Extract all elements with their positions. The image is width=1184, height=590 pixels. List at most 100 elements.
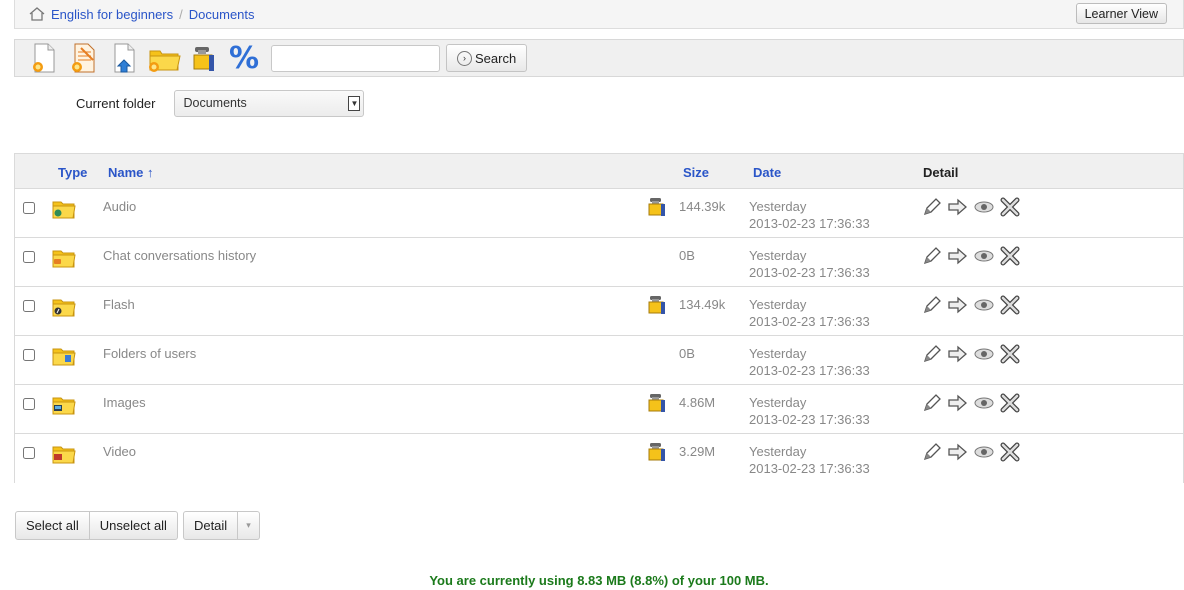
home-icon[interactable] [29, 7, 45, 21]
folder-images-icon[interactable] [52, 394, 76, 416]
documents-toolbar: % › Search [14, 39, 1184, 77]
edit-pencil-icon[interactable] [921, 392, 943, 414]
new-drawing-icon[interactable] [67, 41, 101, 75]
quota-message: You are currently using 8.83 MB (8.8%) o… [429, 573, 769, 588]
breadcrumb-course-link[interactable]: English for beginners [51, 7, 173, 22]
delete-cross-icon[interactable] [999, 196, 1021, 218]
select-all-button[interactable]: Select all [15, 511, 90, 540]
row-date-relative: Yesterday [749, 444, 807, 459]
move-arrow-icon[interactable] [947, 294, 969, 316]
shared-folder-icon [646, 196, 668, 218]
visibility-eye-icon[interactable] [973, 343, 995, 365]
documents-table: Type Name ↑ Size Date Detail Audio 144.3… [14, 153, 1184, 483]
new-document-icon[interactable] [27, 41, 61, 75]
edit-pencil-icon[interactable] [921, 294, 943, 316]
edit-pencil-icon[interactable] [921, 343, 943, 365]
folder-flash-icon[interactable] [52, 296, 76, 318]
col-detail-header: Detail [923, 165, 959, 180]
folder-audio-icon[interactable] [52, 198, 76, 220]
breadcrumb-separator: / [179, 6, 183, 22]
row-name[interactable]: Video [103, 444, 136, 459]
col-size-header[interactable]: Size [683, 165, 709, 180]
search-button[interactable]: › Search [446, 44, 528, 72]
detail-dropdown-caret-icon[interactable]: ▾ [238, 511, 260, 540]
row-actions [921, 294, 1025, 316]
row-date-absolute: 2013-02-23 17:36:33 [749, 314, 870, 329]
shared-folder-icon [646, 392, 668, 414]
shared-folder-icon[interactable] [187, 41, 221, 75]
row-name[interactable]: Audio [103, 199, 136, 214]
row-actions [921, 441, 1025, 463]
visibility-eye-icon[interactable] [973, 441, 995, 463]
row-size: 144.39k [679, 199, 726, 214]
move-arrow-icon[interactable] [947, 392, 969, 414]
row-checkbox[interactable] [23, 398, 35, 410]
delete-cross-icon[interactable] [999, 441, 1021, 463]
col-date-header[interactable]: Date [753, 165, 781, 180]
row-size: 0B [679, 248, 695, 263]
row-name[interactable]: Chat conversations history [103, 248, 256, 263]
delete-cross-icon[interactable] [999, 245, 1021, 267]
delete-cross-icon[interactable] [999, 392, 1021, 414]
row-size: 4.86M [679, 395, 716, 410]
col-type-header[interactable]: Type [58, 165, 87, 180]
visibility-eye-icon[interactable] [973, 294, 995, 316]
row-date-relative: Yesterday [749, 395, 807, 410]
row-checkbox[interactable] [23, 251, 35, 263]
row-date-absolute: 2013-02-23 17:36:33 [749, 412, 870, 427]
row-name[interactable]: Flash [103, 297, 135, 312]
move-arrow-icon[interactable] [947, 441, 969, 463]
shared-folder-icon [646, 294, 668, 316]
visibility-eye-icon[interactable] [973, 196, 995, 218]
move-arrow-icon[interactable] [947, 245, 969, 267]
breadcrumb: English for beginners / Documents Learne… [14, 0, 1184, 29]
dropdown-arrow-icon[interactable]: ▼ [348, 96, 361, 111]
quota-symbol: % [228, 40, 260, 76]
breadcrumb-current-link[interactable]: Documents [189, 7, 255, 22]
row-checkbox[interactable] [23, 349, 35, 361]
table-header: Type Name ↑ Size Date Detail [15, 154, 1183, 189]
visibility-eye-icon[interactable] [973, 392, 995, 414]
row-name[interactable]: Folders of users [103, 346, 196, 361]
table-body: Audio 144.39k Yesterday 2013-02-23 17:36… [15, 189, 1183, 483]
row-checkbox[interactable] [23, 447, 35, 459]
new-folder-icon[interactable] [147, 41, 181, 75]
move-arrow-icon[interactable] [947, 196, 969, 218]
row-size: 134.49k [679, 297, 726, 312]
row-date-relative: Yesterday [749, 199, 807, 214]
table-row: Video 3.29M Yesterday 2013-02-23 17:36:3… [15, 434, 1183, 483]
current-folder-select[interactable]: Documents ▼ [174, 90, 365, 117]
row-actions [921, 196, 1025, 218]
row-actions [921, 343, 1025, 365]
row-size: 3.29M [679, 444, 716, 459]
detail-button[interactable]: Detail [182, 511, 239, 540]
delete-cross-icon[interactable] [999, 343, 1021, 365]
table-row: Flash 134.49k Yesterday 2013-02-23 17:36… [15, 287, 1183, 336]
row-date-absolute: 2013-02-23 17:36:33 [749, 363, 870, 378]
folder-video-icon[interactable] [52, 443, 76, 465]
row-name[interactable]: Images [103, 395, 146, 410]
row-date-absolute: 2013-02-23 17:36:33 [749, 461, 870, 476]
move-arrow-icon[interactable] [947, 343, 969, 365]
row-size: 0B [679, 346, 695, 361]
unselect-all-button[interactable]: Unselect all [89, 511, 178, 540]
row-checkbox[interactable] [23, 202, 35, 214]
folder-chat-icon[interactable] [52, 247, 76, 269]
edit-pencil-icon[interactable] [921, 196, 943, 218]
current-folder-value: Documents [183, 96, 247, 110]
upload-icon[interactable] [107, 41, 141, 75]
folder-users-icon[interactable] [52, 345, 76, 367]
col-name-header[interactable]: Name ↑ [108, 165, 154, 180]
search-button-label: Search [475, 50, 517, 66]
visibility-eye-icon[interactable] [973, 245, 995, 267]
search-input[interactable] [271, 44, 440, 72]
quota-icon[interactable]: % [227, 40, 261, 76]
learner-view-button[interactable]: Learner View [1075, 3, 1167, 24]
delete-cross-icon[interactable] [999, 294, 1021, 316]
edit-pencil-icon[interactable] [921, 441, 943, 463]
bulk-actions: Select all Unselect all Detail ▾ [15, 511, 260, 540]
edit-pencil-icon[interactable] [921, 245, 943, 267]
table-row: Images 4.86M Yesterday 2013-02-23 17:36:… [15, 385, 1183, 434]
current-folder-row: Current folder Documents ▼ [76, 90, 365, 117]
row-checkbox[interactable] [23, 300, 35, 312]
